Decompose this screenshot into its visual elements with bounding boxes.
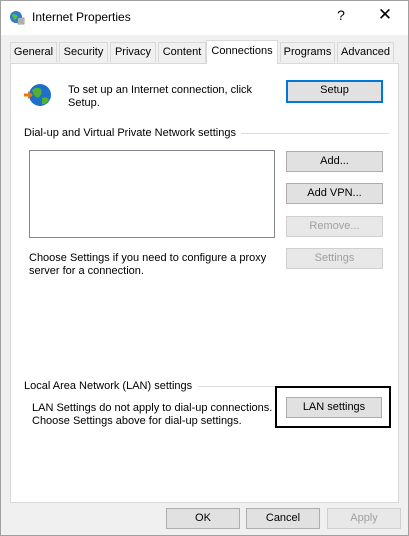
connections-panel: To set up an Internet connection, click … (10, 63, 399, 503)
dialup-vpn-heading: Dial-up and Virtual Private Network sett… (24, 127, 236, 139)
proxy-note-line1: Choose Settings if you need to configure… (29, 252, 267, 264)
lan-note-line2: Choose Settings above for dial-up settin… (32, 415, 242, 427)
lan-heading: Local Area Network (LAN) settings (24, 380, 193, 392)
add-button[interactable]: Add... (286, 151, 383, 172)
window-title: Internet Properties (32, 10, 131, 24)
apply-button[interactable]: Apply (327, 508, 401, 529)
lan-note-line1: LAN Settings do not apply to dial-up con… (32, 402, 273, 414)
dialup-divider (241, 133, 389, 134)
ok-button[interactable]: OK (166, 508, 240, 529)
add-vpn-button[interactable]: Add VPN... (286, 183, 383, 204)
dialog-body: General Security Privacy Content Connect… (1, 35, 408, 535)
settings-button[interactable]: Settings (286, 248, 383, 269)
internet-options-icon (10, 11, 25, 25)
proxy-note-line2: server for a connection. (29, 265, 144, 277)
tab-connections[interactable]: Connections (206, 40, 278, 64)
globe-network-icon (24, 84, 51, 106)
cancel-button[interactable]: Cancel (246, 508, 320, 529)
lan-settings-button[interactable]: LAN settings (286, 397, 382, 418)
remove-button[interactable]: Remove... (286, 216, 383, 237)
tab-content[interactable]: Content (158, 42, 206, 62)
close-icon[interactable]: ✕ (377, 5, 393, 25)
tab-general[interactable]: General (10, 42, 57, 62)
tab-advanced[interactable]: Advanced (337, 42, 394, 62)
setup-button[interactable]: Setup (286, 80, 383, 103)
connections-list[interactable] (29, 150, 275, 238)
internet-properties-dialog: Internet Properties ? ✕ General Security… (0, 0, 409, 536)
tab-security[interactable]: Security (59, 42, 108, 62)
help-icon[interactable]: ? (334, 7, 348, 23)
tab-programs[interactable]: Programs (280, 42, 335, 62)
setup-description-line2: Setup. (68, 97, 100, 109)
setup-description-line1: To set up an Internet connection, click (68, 84, 253, 96)
title-bar: Internet Properties ? ✕ (1, 1, 408, 35)
tab-privacy[interactable]: Privacy (110, 42, 156, 62)
